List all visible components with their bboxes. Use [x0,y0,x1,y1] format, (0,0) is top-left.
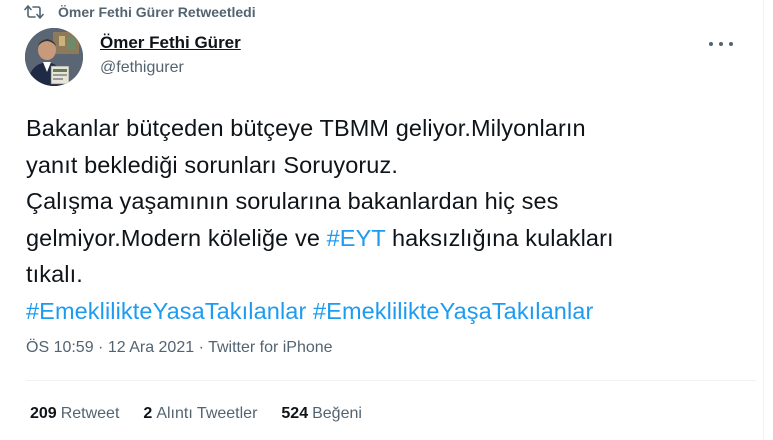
column-border [763,0,764,440]
dot-icon [729,42,733,46]
retweet-context[interactable]: Ömer Fethi Gürer Retweetledi [24,2,256,22]
author-name[interactable]: Ömer Fethi Gürer [100,33,241,53]
likes-stat[interactable]: 524 Beğeni [281,405,362,423]
retweets-label: Retweet [60,405,120,422]
tweet-date[interactable]: 12 Ara 2021 [108,339,194,356]
tweet-time[interactable]: ÖS 10:59 [26,339,94,356]
retweet-context-text: Ömer Fethi Gürer Retweetledi [58,4,256,20]
divider [26,380,756,381]
dot-icon [719,42,723,46]
tweet-text: Bakanlar bütçeden bütçeye TBMM geliyor.M… [26,110,756,329]
author-handle[interactable]: @fethigurer [100,59,184,77]
tweet-card: Ömer Fethi Gürer Retweetledi Ömer Fethi … [0,0,773,440]
tweet-text-line: tıkalı. [26,261,83,287]
quotes-label: Alıntı Tweetler [156,405,258,422]
tweet-text-line: Bakanlar bütçeden bütçeye TBMM geliyor.M… [26,115,586,141]
more-horizontal-icon[interactable] [709,34,733,54]
avatar[interactable] [25,28,83,86]
tweet-text-segment: haksızlığına kulakları [385,224,614,251]
tweet-text-segment: gelmiyor.Modern köleliğe ve [26,224,327,251]
hashtag-eyt-link[interactable]: #EYT [327,225,386,251]
meta-separator: · [93,339,108,356]
retweet-icon [24,4,44,20]
hashtag-link[interactable]: #EmeklilikteYaşaTakılanlar [313,298,593,324]
meta-separator: · [194,339,209,356]
dot-icon [709,42,713,46]
retweets-count: 209 [30,405,57,422]
retweets-stat[interactable]: 209 Retweet [30,405,119,423]
tweet-meta: ÖS 10:59 · 12 Ara 2021 · Twitter for iPh… [26,339,333,357]
likes-count: 524 [281,405,309,422]
engagement-stats: 209 Retweet 2 Alıntı Tweetler 524 Beğeni [30,405,362,423]
tweet-text-line: yanıt beklediği sorunları Soruyoruz. [26,151,398,178]
tweet-text-line: gelmiyor.Modern köleliğe ve #EYT haksızl… [26,220,756,257]
quotes-stat[interactable]: 2 Alıntı Tweetler [143,405,257,423]
likes-label: Beğeni [312,405,362,422]
hashtag-link[interactable]: #EmeklilikteYasaTakılanlar [26,298,306,324]
tweet-source[interactable]: Twitter for iPhone [208,339,333,356]
hashtag-line: #EmeklilikteYasaTakılanlar #EmeklilikteY… [26,293,756,330]
tweet-text-line: Çalışma yaşamının sorularına bakanlardan… [26,188,559,214]
quotes-count: 2 [143,405,153,422]
